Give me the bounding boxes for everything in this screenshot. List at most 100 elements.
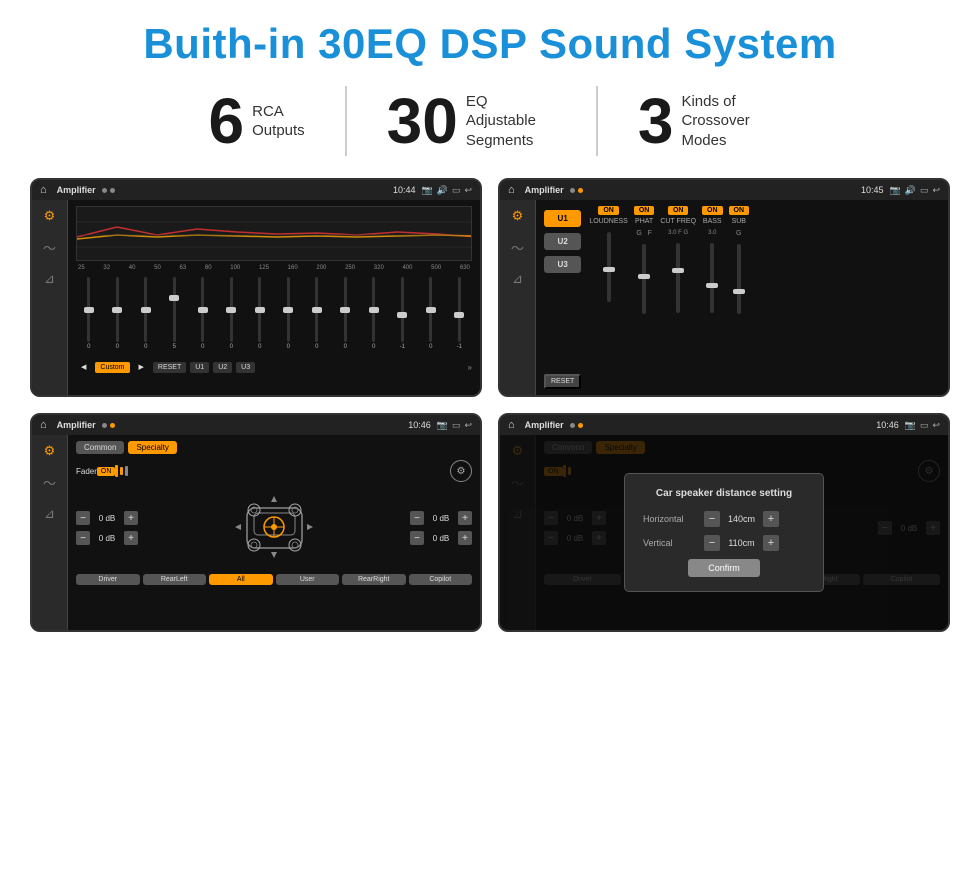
copilot-btn[interactable]: Copilot: [409, 574, 473, 585]
dot6: [110, 423, 115, 428]
speaker-icon-2[interactable]: ⊿: [512, 271, 523, 287]
db-plus-2[interactable]: +: [124, 531, 138, 545]
phat-slider[interactable]: [642, 244, 646, 314]
db-plus-4[interactable]: +: [458, 531, 472, 545]
stat-rca: 6 RCA Outputs: [169, 89, 345, 153]
eq-icon-3[interactable]: ⚙: [44, 443, 56, 459]
home-icon-3[interactable]: ⌂: [40, 419, 47, 431]
home-icon[interactable]: ⌂: [40, 184, 47, 196]
fader-car-area: − 0 dB + − 0 dB +: [76, 488, 472, 568]
topbar-icons-3: 📷 ▭ ↩: [437, 420, 472, 431]
u3-preset[interactable]: U3: [544, 256, 581, 273]
all-btn[interactable]: All: [209, 574, 273, 585]
screen4-inner: ⚙ 〜 ⊿ Common Specialty ON: [500, 435, 948, 630]
horizontal-minus[interactable]: −: [704, 511, 720, 527]
eq-sliders-row: 0 0 0 5: [76, 277, 472, 357]
horizontal-row: Horizontal − 140cm +: [643, 511, 805, 527]
db-minus-1[interactable]: −: [76, 511, 90, 525]
loudness-slider[interactable]: [607, 232, 611, 302]
loudness-on[interactable]: ON: [598, 206, 619, 215]
amp-main: U1 U2 U3 RESET ON LOUDNESS: [536, 200, 948, 395]
wave-icon-3[interactable]: 〜: [43, 473, 56, 492]
eq-slider-12: -1: [390, 277, 416, 357]
amp-presets: U1 U2 U3 RESET: [544, 206, 581, 389]
back-icon[interactable]: ↩: [464, 185, 472, 196]
sub-slider[interactable]: [737, 244, 741, 314]
prev-button[interactable]: ◀: [76, 361, 91, 373]
fader-right-col: − 0 dB + − 0 dB +: [410, 488, 472, 568]
user-btn[interactable]: User: [276, 574, 340, 585]
db-plus-1[interactable]: +: [124, 511, 138, 525]
stat-rca-label: RCA Outputs: [252, 102, 305, 141]
dot7: [570, 423, 575, 428]
horizontal-plus[interactable]: +: [763, 511, 779, 527]
bass-on[interactable]: ON: [702, 206, 723, 215]
cutfreq-slider[interactable]: [676, 243, 680, 313]
driver-btn[interactable]: Driver: [76, 574, 140, 585]
stat-eq: 30 EQ Adjustable Segments: [347, 89, 596, 153]
db-control-3: − 0 dB +: [410, 511, 472, 525]
eq-bottom-row: ◀ Custom ▶ RESET U1 U2 U3 »: [76, 361, 472, 373]
sub-col: ON SUB G: [729, 206, 750, 389]
common-tab[interactable]: Common: [76, 441, 124, 454]
screen-amp-time: 10:45: [861, 185, 884, 195]
sub-label: SUB: [732, 218, 746, 225]
topbar-dots-2: [570, 188, 583, 193]
dialog-title: Car speaker distance setting: [643, 488, 805, 499]
phat-on[interactable]: ON: [634, 206, 655, 215]
dialog-overlay: Car speaker distance setting Horizontal …: [500, 435, 948, 630]
speaker-icon[interactable]: ⊿: [44, 271, 55, 287]
eq-icon[interactable]: ⚙: [44, 208, 56, 224]
vertical-plus[interactable]: +: [763, 535, 779, 551]
custom-button[interactable]: Custom: [95, 362, 129, 373]
rearleft-btn[interactable]: RearLeft: [143, 574, 207, 585]
screen-fader-sidebar: ⚙ 〜 ⊿: [32, 435, 68, 630]
eq-icon-2[interactable]: ⚙: [512, 208, 524, 224]
amp-reset[interactable]: RESET: [544, 374, 581, 389]
home-icon-2[interactable]: ⌂: [508, 184, 515, 196]
home-icon-4[interactable]: ⌂: [508, 419, 515, 431]
page-title: Buith-in 30EQ DSP Sound System: [30, 20, 950, 68]
play-button[interactable]: ▶: [134, 361, 149, 373]
stat-crossover-label: Kinds of Crossover Modes: [681, 92, 771, 151]
eq-slider-11: 0: [361, 277, 387, 357]
u1-preset[interactable]: U1: [544, 210, 581, 227]
screen-amp-topbar: ⌂ Amplifier 10:45 📷 🔊 ▭ ↩: [500, 180, 948, 200]
u2-button[interactable]: U2: [213, 362, 232, 373]
bass-slider[interactable]: [710, 243, 714, 313]
back-icon-4[interactable]: ↩: [932, 420, 940, 431]
vertical-minus[interactable]: −: [704, 535, 720, 551]
specialty-tab[interactable]: Specialty: [128, 441, 176, 454]
screen-dialog-topbar: ⌂ Amplifier 10:46 📷 ▭ ↩: [500, 415, 948, 435]
screen-eq-sidebar: ⚙ 〜 ⊿: [32, 200, 68, 395]
db-plus-3[interactable]: +: [458, 511, 472, 525]
db-minus-4[interactable]: −: [410, 531, 424, 545]
eq-slider-7: 0: [247, 277, 273, 357]
reset-button[interactable]: RESET: [153, 362, 186, 373]
screen-fader: ⌂ Amplifier 10:46 📷 ▭ ↩ ⚙ 〜 ⊿: [30, 413, 482, 632]
back-icon-2[interactable]: ↩: [932, 185, 940, 196]
cutfreq-on[interactable]: ON: [668, 206, 689, 215]
volume-icon: 🔊: [437, 185, 448, 196]
fader-tabs: Common Specialty: [76, 441, 472, 454]
sub-on[interactable]: ON: [729, 206, 750, 215]
settings-icon[interactable]: ⚙: [450, 460, 472, 482]
eq-slider-8: 0: [276, 277, 302, 357]
u2-preset[interactable]: U2: [544, 233, 581, 250]
screen-eq-topbar: ⌂ Amplifier 10:44 📷 🔊 ▭ ↩: [32, 180, 480, 200]
vertical-measure: − 110cm +: [704, 535, 779, 551]
horizontal-value: 140cm: [724, 514, 759, 524]
back-icon-3[interactable]: ↩: [464, 420, 472, 431]
fader-on-badge[interactable]: ON: [97, 467, 116, 476]
wave-icon[interactable]: 〜: [43, 238, 56, 257]
u1-button[interactable]: U1: [190, 362, 209, 373]
eq-slider-2: 0: [105, 277, 131, 357]
db-minus-3[interactable]: −: [410, 511, 424, 525]
camera-icon-4: 📷: [905, 420, 916, 431]
u3-button[interactable]: U3: [236, 362, 255, 373]
rearright-btn[interactable]: RearRight: [342, 574, 406, 585]
wave-icon-2[interactable]: 〜: [511, 238, 524, 257]
confirm-button[interactable]: Confirm: [688, 559, 760, 577]
speaker-icon-3[interactable]: ⊿: [44, 506, 55, 522]
db-minus-2[interactable]: −: [76, 531, 90, 545]
